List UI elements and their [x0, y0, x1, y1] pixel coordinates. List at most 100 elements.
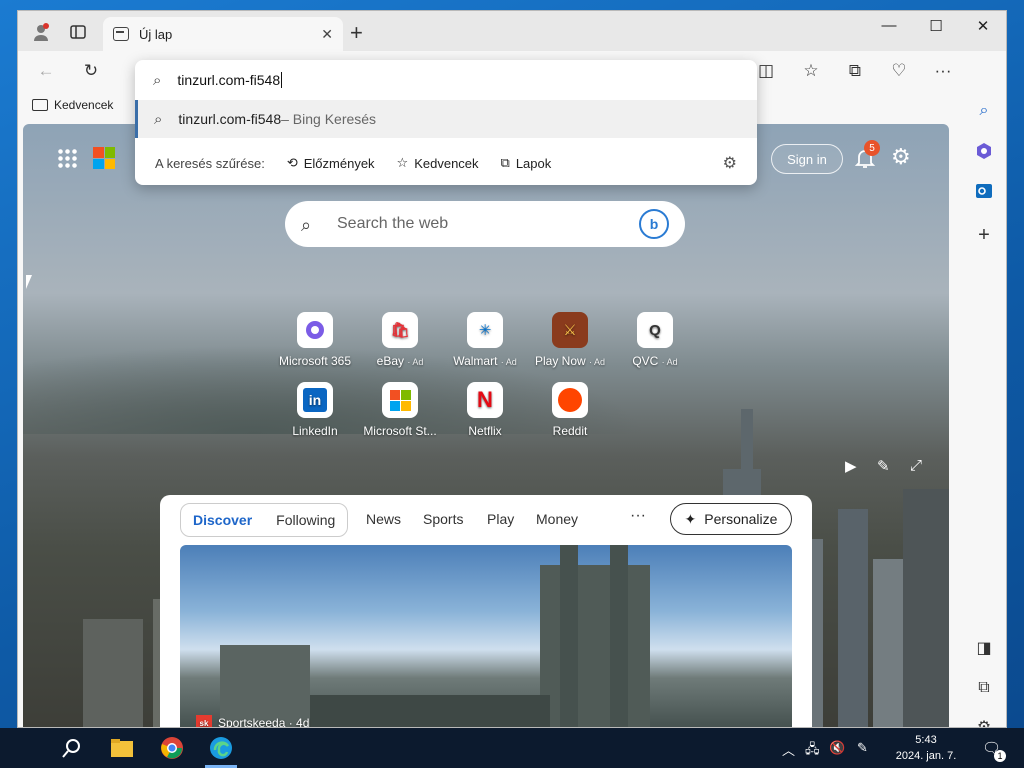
search-filter-row: A keresés szűrése: ⟲ Előzmények ☆ Kedvence…	[135, 148, 757, 178]
tile-qvc[interactable]: Q QVC · Ad	[610, 312, 700, 368]
app-launcher-icon[interactable]	[57, 148, 77, 168]
nav-news[interactable]: News	[366, 511, 401, 527]
sidebar-copilot-icon[interactable]	[972, 139, 996, 163]
chrome-icon[interactable]	[159, 736, 185, 760]
play-now-icon: ⚔	[552, 312, 588, 348]
close-tab-icon[interactable]: ✕	[321, 26, 333, 43]
address-bar-input[interactable]: ⌕ tinzurl.com-fi548	[135, 60, 757, 100]
tile-ad-label: · Ad	[407, 357, 424, 367]
network-icon[interactable]: 🖧	[805, 740, 820, 762]
suggestion-item[interactable]: ⌕ tinzurl.com-fi548 – Bing Keresés	[135, 100, 757, 138]
pen-icon[interactable]: ✎	[857, 740, 868, 756]
tile-reddit[interactable]: Reddit	[525, 382, 615, 438]
address-text: tinzurl.com-fi548	[177, 72, 281, 88]
favorites-star-icon[interactable]: ☆	[799, 59, 823, 83]
personalize-button[interactable]: ✦ Personalize	[670, 503, 792, 535]
tile-label: Reddit	[552, 424, 588, 438]
tile-linkedin[interactable]: in LinkedIn	[270, 382, 360, 438]
tab-following[interactable]: Following	[264, 512, 347, 528]
search-placeholder: Search the web	[337, 215, 449, 232]
new-tab-button[interactable]: +	[350, 22, 363, 44]
start-button[interactable]	[15, 738, 35, 758]
linkedin-icon: in	[297, 382, 333, 418]
filter-favorites-button[interactable]: ☆ Kedvencek	[397, 155, 479, 171]
sidebar-outlook-icon[interactable]	[972, 179, 996, 203]
sidebar-hide-icon[interactable]: ◨	[972, 636, 996, 660]
close-window-button[interactable]: ✕	[960, 17, 1006, 35]
search-icon: ⌕	[153, 71, 162, 89]
folder-icon	[32, 99, 48, 111]
taskbar-clock[interactable]: 5:43 2024. jan. 7.	[886, 732, 966, 764]
browser-window: Új lap ✕ + — ☐ ✕ ← ↻ ◫ ☆ ⧉ ♡ ··· Kedvenc…	[17, 10, 1007, 728]
profile-icon[interactable]	[30, 21, 52, 43]
microsoft-store-icon	[382, 382, 418, 418]
mouse-cursor	[26, 275, 38, 289]
split-screen-icon[interactable]: ◫	[754, 59, 778, 83]
qvc-icon: Q	[637, 312, 673, 348]
tab-new-tab[interactable]: Új lap ✕	[103, 17, 343, 51]
maximize-button[interactable]: ☐	[913, 17, 959, 35]
nav-sports[interactable]: Sports	[423, 511, 463, 527]
tile-label: LinkedIn	[292, 424, 338, 438]
tab-actions-icon[interactable]	[67, 21, 89, 43]
tile-label: Netflix	[468, 424, 502, 438]
play-background-icon[interactable]: ▶	[845, 457, 857, 475]
edge-taskbar-icon[interactable]	[208, 736, 234, 760]
sportskeeda-icon: sk	[196, 715, 212, 727]
filter-history-button[interactable]: ⟲ Előzmények	[287, 155, 375, 171]
tile-play-now[interactable]: ⚔ Play Now · Ad	[525, 312, 615, 368]
tab-title: Új lap	[139, 26, 173, 42]
tile-label: Microsoft St...	[363, 424, 437, 438]
filter-tabs-button[interactable]: ⧉ Lapok	[501, 155, 552, 171]
address-suggestions-dropdown: ⌕ tinzurl.com-fi548 ⌕ tinzurl.com-fi548 …	[135, 60, 757, 185]
browser-essentials-icon[interactable]: ♡	[887, 59, 911, 83]
file-explorer-icon[interactable]	[109, 736, 135, 760]
nav-play[interactable]: Play	[487, 511, 514, 527]
card-source: sk Sportskeeda · 4d	[196, 715, 309, 727]
tile-label: Play Now	[534, 354, 586, 368]
action-center-badge: 1	[994, 750, 1006, 762]
sign-in-button[interactable]: Sign in	[771, 144, 843, 174]
microsoft-logo	[93, 147, 115, 169]
taskbar: ︿ 🖧 🔇 ✎ 5:43 2024. jan. 7. 🗨 1	[0, 728, 1024, 768]
sidebar-search-icon[interactable]: ⌕	[972, 99, 996, 123]
filter-label: A keresés szűrése:	[155, 155, 265, 171]
sidebar-add-icon[interactable]: +	[972, 223, 996, 247]
sidebar-settings-icon[interactable]: ⚙	[972, 715, 996, 727]
back-button[interactable]: ←	[34, 59, 58, 83]
more-menu-icon[interactable]: ···	[931, 59, 955, 83]
expand-icon[interactable]: ⤢	[910, 457, 922, 474]
favorites-label: Kedvencek	[54, 98, 114, 112]
tile-netflix[interactable]: N Netflix	[440, 382, 530, 438]
bing-chat-icon[interactable]: b	[639, 209, 669, 239]
sidebar-external-icon[interactable]: ⧉	[972, 676, 996, 700]
clock-time: 5:43	[915, 734, 937, 746]
reddit-icon	[552, 382, 588, 418]
web-search-box[interactable]: ⌕ Search the web b	[285, 201, 685, 247]
suggestion-settings-icon[interactable]: ⚙	[723, 153, 737, 173]
search-icon: ⌕	[301, 215, 312, 235]
edit-background-icon[interactable]: ✎	[877, 457, 890, 475]
news-card[interactable]: sk Sportskeeda · 4d	[180, 545, 792, 727]
tile-label: Microsoft 365	[278, 354, 352, 368]
netflix-icon: N	[467, 382, 503, 418]
page-settings-gear-icon[interactable]: ⚙	[891, 144, 917, 170]
tab-discover[interactable]: Discover	[181, 512, 264, 528]
taskbar-search-icon[interactable]	[59, 736, 85, 760]
tray-overflow-icon[interactable]: ︿	[782, 740, 795, 759]
nav-money[interactable]: Money	[536, 511, 578, 527]
tile-ebay[interactable]: 🛍 eBay · Ad	[355, 312, 445, 368]
refresh-button[interactable]: ↻	[79, 59, 103, 83]
collections-icon[interactable]: ⧉	[843, 59, 867, 83]
feed-more-icon[interactable]: ···	[630, 507, 646, 525]
volume-muted-icon[interactable]: 🔇	[829, 740, 845, 756]
tile-microsoft-365[interactable]: Microsoft 365	[270, 312, 360, 368]
tile-walmart[interactable]: ✳ Walmart · Ad	[440, 312, 530, 368]
minimize-button[interactable]: —	[866, 17, 912, 34]
feed-tab-group: Discover Following	[180, 503, 349, 537]
tile-microsoft-store[interactable]: Microsoft St...	[355, 382, 445, 438]
new-tab-page: ▲ Sign in 5 ⚙ ⌕ Search the web b Microso…	[23, 124, 949, 727]
tab-page-icon	[113, 27, 129, 41]
tab-bar: Új lap ✕ + — ☐ ✕	[18, 11, 1006, 51]
favorites-folder[interactable]: Kedvencek	[32, 98, 113, 112]
